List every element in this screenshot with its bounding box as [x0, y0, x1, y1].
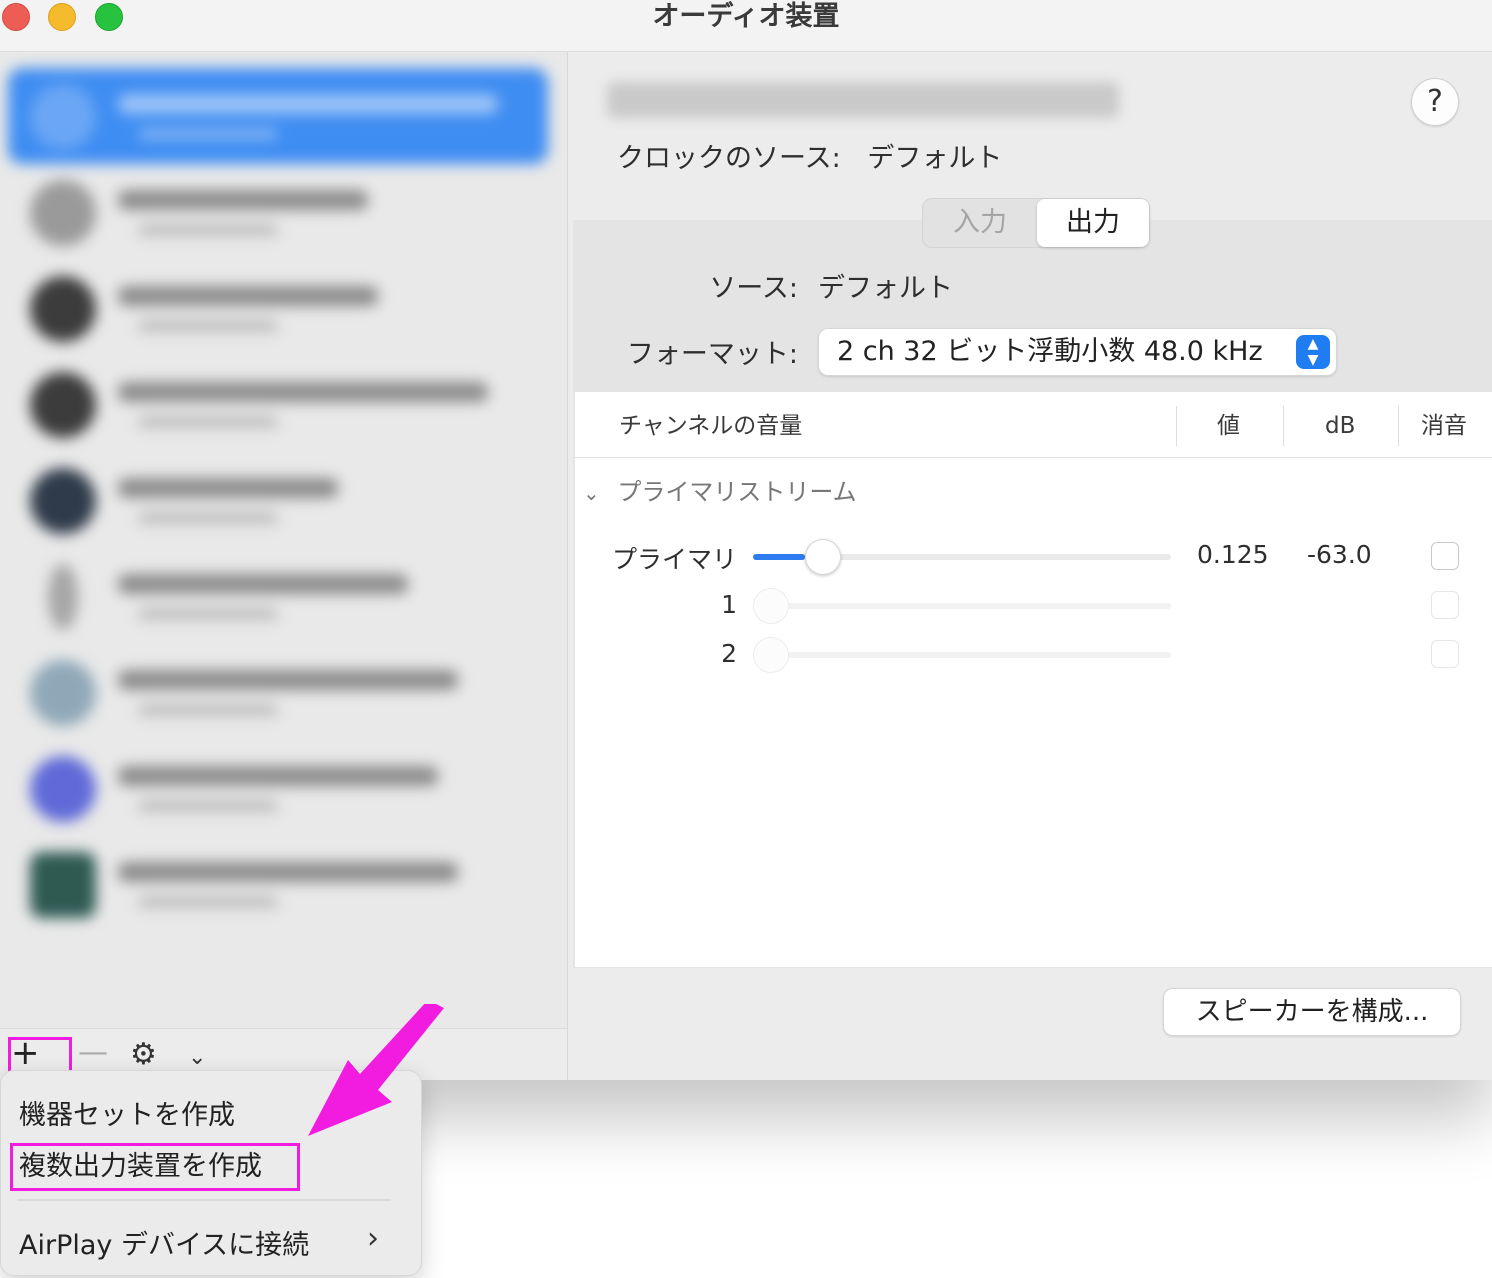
column-separator — [1283, 406, 1284, 446]
device-list-item[interactable] — [8, 452, 548, 548]
channel-label: 2 — [721, 639, 737, 668]
device-detail — [138, 128, 278, 140]
stream-group-label: プライマリストリーム — [617, 478, 857, 506]
device-icon — [30, 756, 96, 822]
tab-output[interactable]: 出力 — [1037, 199, 1149, 247]
annotation-arrow-icon — [308, 1004, 444, 1136]
device-detail — [138, 416, 278, 428]
device-icon — [30, 180, 96, 246]
device-name — [118, 94, 498, 114]
menu-separator — [17, 1199, 391, 1201]
source-value[interactable]: デフォルト — [818, 266, 953, 305]
clock-source-label: クロックのソース: — [617, 143, 841, 174]
menu-item-create-aggregate-device[interactable]: 機器セットを作成 — [19, 1093, 235, 1132]
device-detail — [138, 608, 278, 620]
audio-midi-window: オーディオ装置 + — ⚙ ⌄ ? クロックのソース: デフォルト 入力 出力 … — [0, 0, 1492, 1099]
configure-speakers-button[interactable]: スピーカーを構成... — [1163, 988, 1461, 1036]
channel-label: 1 — [721, 590, 737, 619]
device-name — [118, 382, 488, 402]
volume-slider-fill — [753, 554, 806, 560]
device-icon — [48, 564, 78, 630]
gear-icon[interactable]: ⚙ — [130, 1035, 157, 1075]
device-list-item[interactable] — [8, 644, 548, 740]
help-button[interactable]: ? — [1411, 78, 1459, 126]
format-select[interactable]: 2 ch 32 ビット浮動小数 48.0 kHz ▲ ▼ — [818, 328, 1337, 376]
device-list-item[interactable] — [8, 548, 548, 644]
volume-slider — [753, 588, 1171, 624]
tab-input[interactable]: 入力 — [923, 199, 1037, 247]
column-header-db[interactable]: dB — [1325, 392, 1355, 458]
device-name — [118, 574, 408, 594]
menu-item-connect-airplay-device[interactable]: AirPlay デバイスに接続 — [19, 1223, 309, 1262]
device-icon — [30, 276, 96, 342]
device-icon — [30, 84, 96, 150]
column-header-mute[interactable]: 消音 — [1421, 392, 1467, 458]
device-list-item[interactable] — [8, 260, 548, 356]
input-output-segmented-control: 入力 出力 — [922, 198, 1150, 248]
channel-volume-table: チャンネルの音量 値 dB 消音 ⌄ プライマリストリーム プライマリ 0.12… — [575, 392, 1492, 967]
channel-value: 0.125 — [1197, 540, 1269, 569]
device-list-item[interactable] — [8, 164, 548, 260]
select-stepper-icon: ▲ ▼ — [1296, 335, 1330, 369]
device-list-item[interactable] — [8, 356, 548, 452]
volume-slider-knob — [753, 588, 789, 624]
volume-slider-knob — [753, 637, 789, 673]
column-separator — [1176, 406, 1177, 446]
clock-source-value[interactable]: デフォルト — [867, 143, 1002, 174]
format-select-value: 2 ch 32 ビット浮動小数 48.0 kHz — [837, 336, 1263, 367]
channel-db: -63.0 — [1307, 540, 1372, 569]
device-name — [118, 766, 438, 786]
table-header: チャンネルの音量 値 dB 消音 — [575, 392, 1492, 458]
device-name — [118, 478, 338, 498]
channel-label: プライマリ — [611, 545, 737, 574]
mute-checkbox — [1431, 640, 1459, 668]
device-title — [607, 82, 1119, 118]
device-detail-pane: ? クロックのソース: デフォルト 入力 出力 ソース: デフォルト フォーマッ… — [569, 52, 1492, 1080]
device-icon — [30, 660, 96, 726]
device-detail — [138, 896, 278, 908]
title-bar: オーディオ装置 — [0, 0, 1492, 52]
device-list-item[interactable] — [8, 836, 548, 932]
clock-source-row: クロックのソース: デフォルト — [617, 136, 1020, 175]
chevron-down-icon[interactable]: ⌄ — [583, 481, 600, 505]
device-icon — [30, 468, 96, 534]
device-detail — [138, 704, 278, 716]
column-header-value[interactable]: 値 — [1217, 392, 1240, 458]
mute-checkbox — [1431, 591, 1459, 619]
device-icon — [30, 852, 96, 918]
volume-slider-knob[interactable] — [805, 539, 842, 575]
device-detail — [138, 224, 278, 236]
column-separator — [1398, 406, 1399, 446]
device-detail — [138, 512, 278, 524]
device-list-item[interactable] — [8, 740, 548, 836]
volume-slider[interactable] — [753, 539, 1171, 575]
device-detail — [138, 320, 278, 332]
remove-device-button[interactable]: — — [78, 1033, 108, 1073]
device-list-item[interactable] — [8, 68, 548, 164]
device-name — [118, 670, 458, 690]
device-sidebar — [0, 52, 568, 1028]
volume-slider — [753, 637, 1171, 673]
device-name — [118, 862, 458, 882]
chevron-right-icon: › — [367, 1221, 379, 1256]
source-label: ソース: — [709, 273, 798, 304]
format-label: フォーマット: — [626, 339, 798, 370]
device-detail — [138, 800, 278, 812]
stream-group-row[interactable]: ⌄ プライマリストリーム — [583, 472, 857, 507]
device-icon — [30, 372, 96, 438]
column-header-channel-volume[interactable]: チャンネルの音量 — [619, 392, 802, 458]
mute-checkbox[interactable] — [1431, 542, 1459, 570]
device-name — [118, 286, 378, 306]
device-name — [118, 190, 368, 210]
menu-item-create-multi-output-device[interactable]: 複数出力装置を作成 — [19, 1144, 262, 1183]
window-title: オーディオ装置 — [652, 1, 840, 32]
